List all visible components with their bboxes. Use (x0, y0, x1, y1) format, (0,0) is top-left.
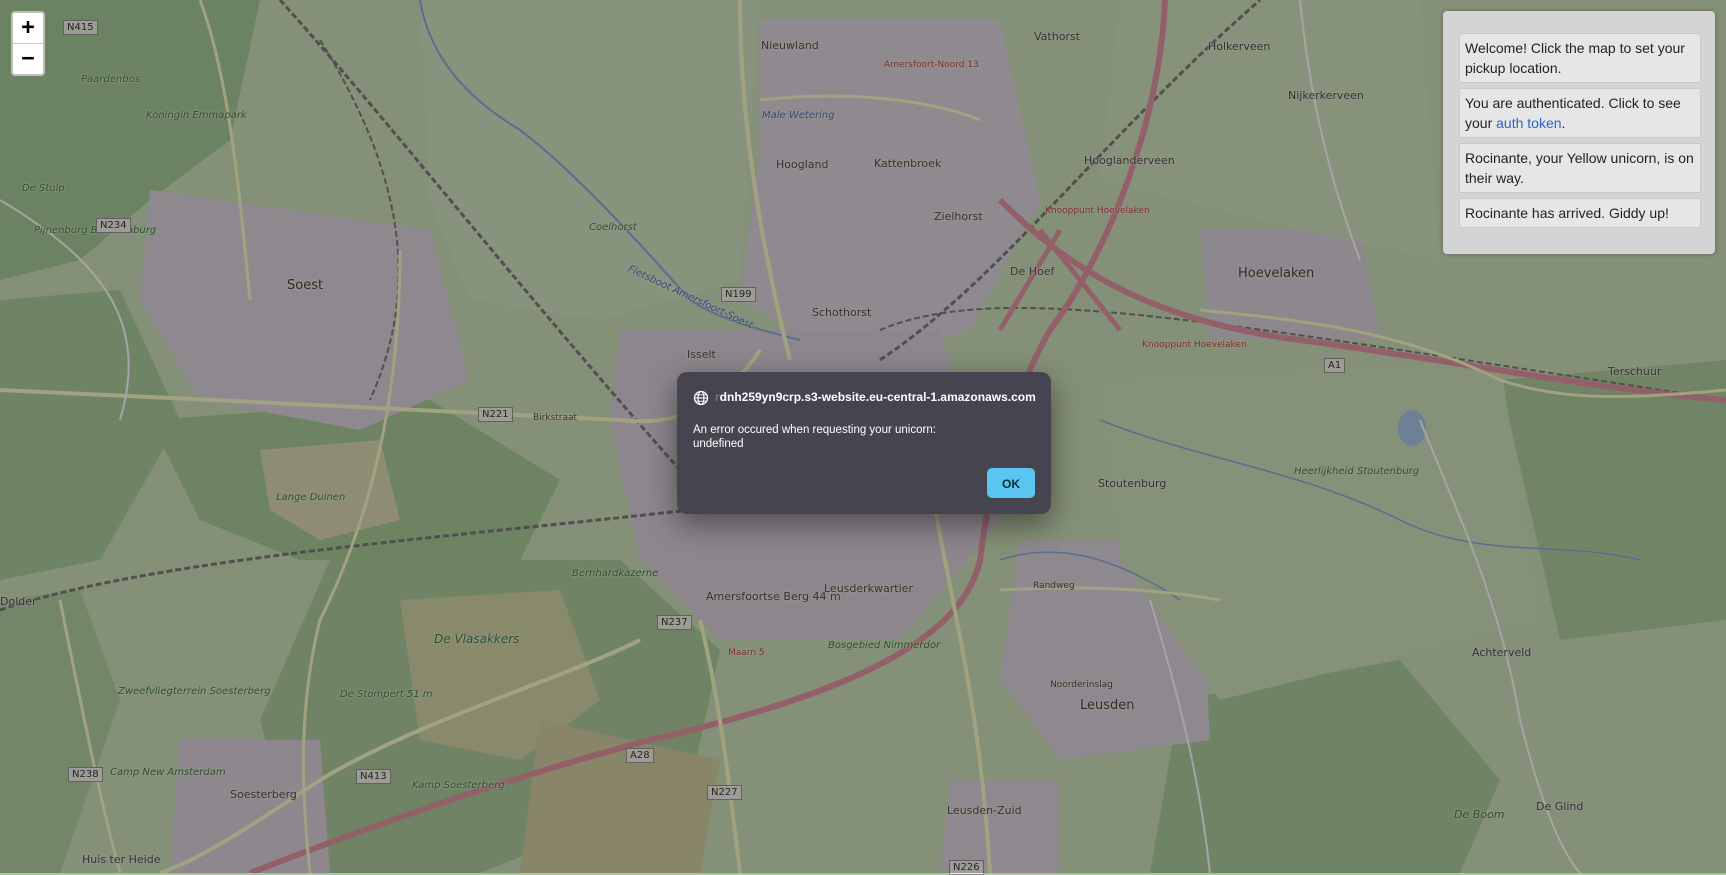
status-message-arrived: Rocinante has arrived. Giddy up! (1459, 198, 1701, 228)
status-message-text: Welcome! Click the map to set your picku… (1465, 40, 1685, 76)
dialog-message: An error occured when requesting your un… (693, 423, 1033, 451)
status-panel: Welcome! Click the map to set your picku… (1443, 11, 1715, 254)
globe-icon (693, 390, 709, 405)
dialog-origin-prefix: r (715, 390, 720, 404)
status-message-on-the-way: Rocinante, your Yellow unicorn, is on th… (1459, 143, 1701, 193)
status-message-text: Rocinante, your Yellow unicorn, is on th… (1465, 150, 1694, 186)
dialog-origin: rdnh259yn9crp.s3-website.eu-central-1.am… (693, 388, 1036, 406)
alert-dialog: rdnh259yn9crp.s3-website.eu-central-1.am… (677, 372, 1051, 514)
dialog-message-line: An error occured when requesting your un… (693, 424, 936, 436)
auth-token-link[interactable]: auth token (1496, 115, 1561, 131)
dialog-message-line: undefined (693, 438, 744, 450)
zoom-in-button[interactable]: + (13, 13, 43, 43)
zoom-out-button[interactable]: − (13, 43, 43, 74)
ok-button[interactable]: OK (987, 468, 1035, 498)
status-message-text: . (1561, 115, 1566, 131)
dialog-origin-host: dnh259yn9crp.s3-website.eu-central-1.ama… (719, 390, 1036, 404)
status-message-authenticated: You are authenticated. Click to see your… (1459, 88, 1701, 138)
status-message-text: Rocinante has arrived. Giddy up! (1465, 205, 1669, 221)
zoom-control: + − (11, 11, 45, 76)
status-message-welcome: Welcome! Click the map to set your picku… (1459, 33, 1701, 83)
